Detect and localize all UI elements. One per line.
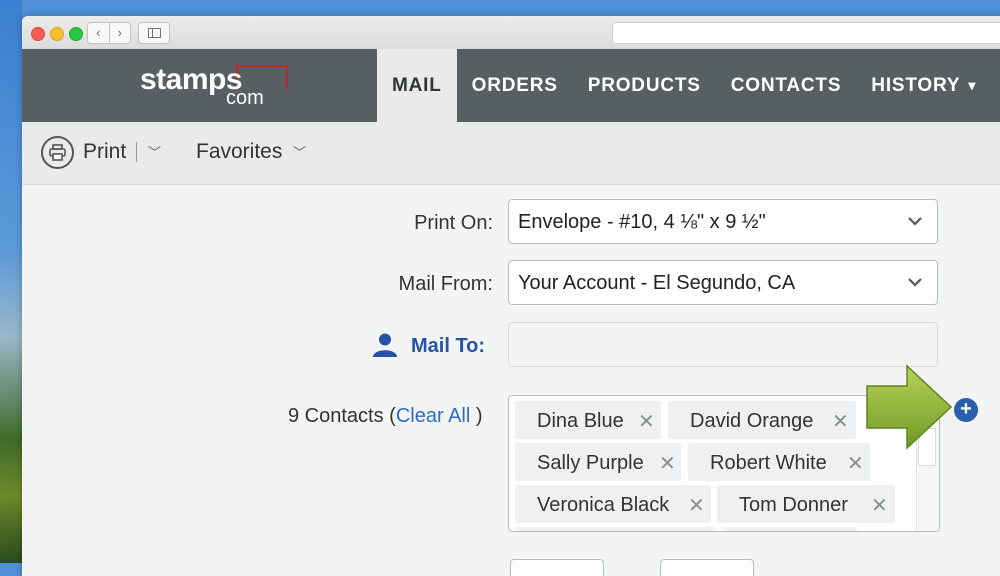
chevron-down-icon[interactable]: ﹀	[293, 142, 306, 161]
chevron-down-icon[interactable]: ﹀	[148, 142, 161, 161]
remove-icon[interactable]: ✕	[847, 451, 864, 476]
contact-tag: Veronica Black ✕	[515, 485, 711, 523]
nav-orders[interactable]: ORDERS	[457, 49, 573, 122]
print-label[interactable]: Print	[83, 140, 126, 164]
nav-history-label: HISTORY	[871, 74, 961, 96]
contact-name: Sally Purple	[537, 452, 644, 474]
contact-name: Tom Donner	[739, 494, 848, 516]
print-on-select[interactable]: Envelope - #10, 4 ⅛" x 9 ½"	[508, 199, 938, 244]
remove-icon[interactable]: ✕	[832, 409, 849, 434]
sidebar-toggle-button[interactable]	[138, 22, 170, 44]
contact-name: Dina Blue	[537, 410, 624, 432]
stamps-logo[interactable]: stamps com	[140, 63, 290, 111]
print-divider	[136, 142, 137, 162]
remove-icon[interactable]: ✕	[688, 493, 705, 518]
mail-from-select[interactable]: Your Account - El Segundo, CA	[508, 260, 938, 305]
nav-more[interactable]: F	[991, 49, 1000, 122]
contacts-count-text: 9 Contacts (	[288, 405, 396, 427]
contacts-count-label: 9 Contacts (Clear All )	[288, 405, 483, 428]
contact-tag: Robert White ✕	[688, 443, 870, 481]
green-arrow-icon	[866, 364, 953, 450]
print-on-value: Envelope - #10, 4 ⅛" x 9 ½"	[518, 211, 766, 233]
contact-name: David Orange	[690, 410, 814, 432]
add-contact-button[interactable]: +	[954, 398, 978, 422]
nav-mail[interactable]: MAIL	[377, 49, 457, 122]
browser-window: ‹ › stamps com MAIL ORDERS PRODUCTS CONT…	[22, 16, 1000, 576]
favorites-dropdown[interactable]: Favorites	[196, 140, 282, 164]
sidebar-icon	[148, 28, 161, 38]
contact-tag-partial	[515, 527, 715, 531]
mail-to-label[interactable]: Mail To:	[411, 335, 485, 358]
close-window-button[interactable]	[31, 27, 45, 41]
chevron-down-icon	[908, 278, 922, 287]
contact-tag-partial	[723, 527, 857, 531]
mail-to-input[interactable]	[508, 322, 938, 367]
remove-icon[interactable]: ✕	[638, 409, 655, 434]
contact-name: Veronica Black	[537, 494, 670, 516]
nav-contacts[interactable]: CONTACTS	[716, 49, 857, 122]
remove-icon[interactable]: ✕	[659, 451, 676, 476]
contact-tag: David Orange ✕	[668, 401, 856, 439]
contact-tag: Tom Donner ✕	[717, 485, 895, 523]
logo-sub-text: com	[226, 87, 264, 109]
history-nav-buttons: ‹ ›	[87, 22, 131, 44]
contact-tag: Dina Blue ✕	[515, 401, 661, 439]
chevron-down-icon	[908, 217, 922, 226]
remove-icon[interactable]: ✕	[871, 493, 888, 518]
chevron-down-icon: ▾	[968, 77, 977, 93]
back-icon[interactable]: ‹	[88, 23, 110, 43]
nav-products-label: PRODUCTS	[587, 74, 701, 96]
forward-icon[interactable]: ›	[110, 23, 131, 43]
toolbar: Print ﹀ Favorites ﹀	[22, 122, 1000, 185]
contact-name: Robert White	[710, 452, 827, 474]
contacts-count-close: )	[470, 405, 483, 427]
maximize-window-button[interactable]	[69, 27, 83, 41]
minimize-window-button[interactable]	[50, 27, 64, 41]
site-header: stamps com MAIL ORDERS PRODUCTS CONTACTS…	[22, 49, 1000, 122]
printer-icon	[49, 144, 66, 161]
clear-all-link[interactable]: Clear All	[396, 405, 470, 427]
person-icon[interactable]	[372, 332, 398, 358]
logo-frame	[236, 65, 288, 89]
title-bar: ‹ ›	[22, 16, 1000, 50]
nav-history[interactable]: HISTORY ▾	[856, 49, 991, 122]
footer-button-partial[interactable]	[510, 559, 604, 576]
contact-tag: Sally Purple ✕	[515, 443, 681, 481]
footer-button-partial[interactable]	[660, 559, 754, 576]
mail-from-label: Mail From:	[398, 273, 493, 295]
print-on-label: Print On:	[414, 212, 493, 234]
mail-from-value: Your Account - El Segundo, CA	[518, 272, 796, 294]
nav-mail-label: MAIL	[392, 74, 442, 96]
main-nav: MAIL ORDERS PRODUCTS CONTACTS HISTORY ▾ F	[377, 49, 1000, 122]
nav-orders-label: ORDERS	[471, 74, 558, 96]
print-button[interactable]	[41, 136, 74, 169]
nav-products[interactable]: PRODUCTS	[573, 49, 716, 122]
nav-contacts-label: CONTACTS	[730, 74, 842, 96]
desktop-background	[0, 0, 22, 563]
address-bar[interactable]	[612, 22, 1000, 44]
